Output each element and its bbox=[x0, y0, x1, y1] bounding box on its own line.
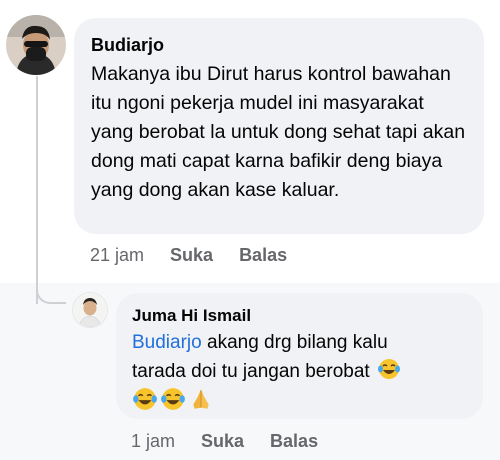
reply-bubble: Juma Hi Ismail Budiarjo akang drg bilang… bbox=[116, 293, 483, 419]
comment-time[interactable]: 21 jam bbox=[90, 245, 144, 266]
reply-text-part-1: akang drg bilang kalu bbox=[207, 332, 388, 353]
reply-button[interactable]: Balas bbox=[270, 431, 318, 452]
mention-link[interactable]: Budiarjo bbox=[132, 332, 202, 353]
reply-actions: 1 jam Suka Balas bbox=[131, 431, 344, 452]
reply-time[interactable]: 1 jam bbox=[131, 431, 175, 452]
reply-button[interactable]: Balas bbox=[239, 245, 287, 266]
comment-actions: 21 jam Suka Balas bbox=[90, 245, 313, 266]
face-with-tears-of-joy-icon bbox=[161, 388, 185, 410]
face-with-tears-of-joy-icon bbox=[133, 388, 157, 410]
comment-bubble: Budiarjo Makanya ibu Dirut harus kontrol… bbox=[74, 18, 484, 234]
avatar[interactable] bbox=[6, 15, 66, 75]
like-button[interactable]: Suka bbox=[201, 431, 244, 452]
folded-hands-icon bbox=[193, 389, 209, 409]
reply-emoji-line bbox=[132, 386, 467, 417]
thread-line bbox=[36, 76, 38, 304]
reply-text-part-2: tarada doi tu jangan berobat bbox=[132, 361, 370, 382]
like-button[interactable]: Suka bbox=[170, 245, 213, 266]
face-with-tears-of-joy-icon bbox=[377, 359, 400, 379]
comment-author[interactable]: Budiarjo bbox=[91, 32, 466, 58]
comment-text: Makanya ibu Dirut harus kontrol bawahan … bbox=[91, 63, 466, 201]
user-photo-icon bbox=[6, 15, 66, 75]
thread-connector bbox=[36, 284, 66, 304]
reply-text-line-1: Budiarjo akang drg bilang kalu bbox=[132, 328, 467, 357]
reply-text-line-2: tarada doi tu jangan berobat bbox=[132, 357, 467, 386]
reply-author[interactable]: Juma Hi Ismail bbox=[132, 304, 467, 328]
reply-avatar[interactable] bbox=[72, 292, 108, 328]
user-photo-icon bbox=[73, 293, 107, 327]
